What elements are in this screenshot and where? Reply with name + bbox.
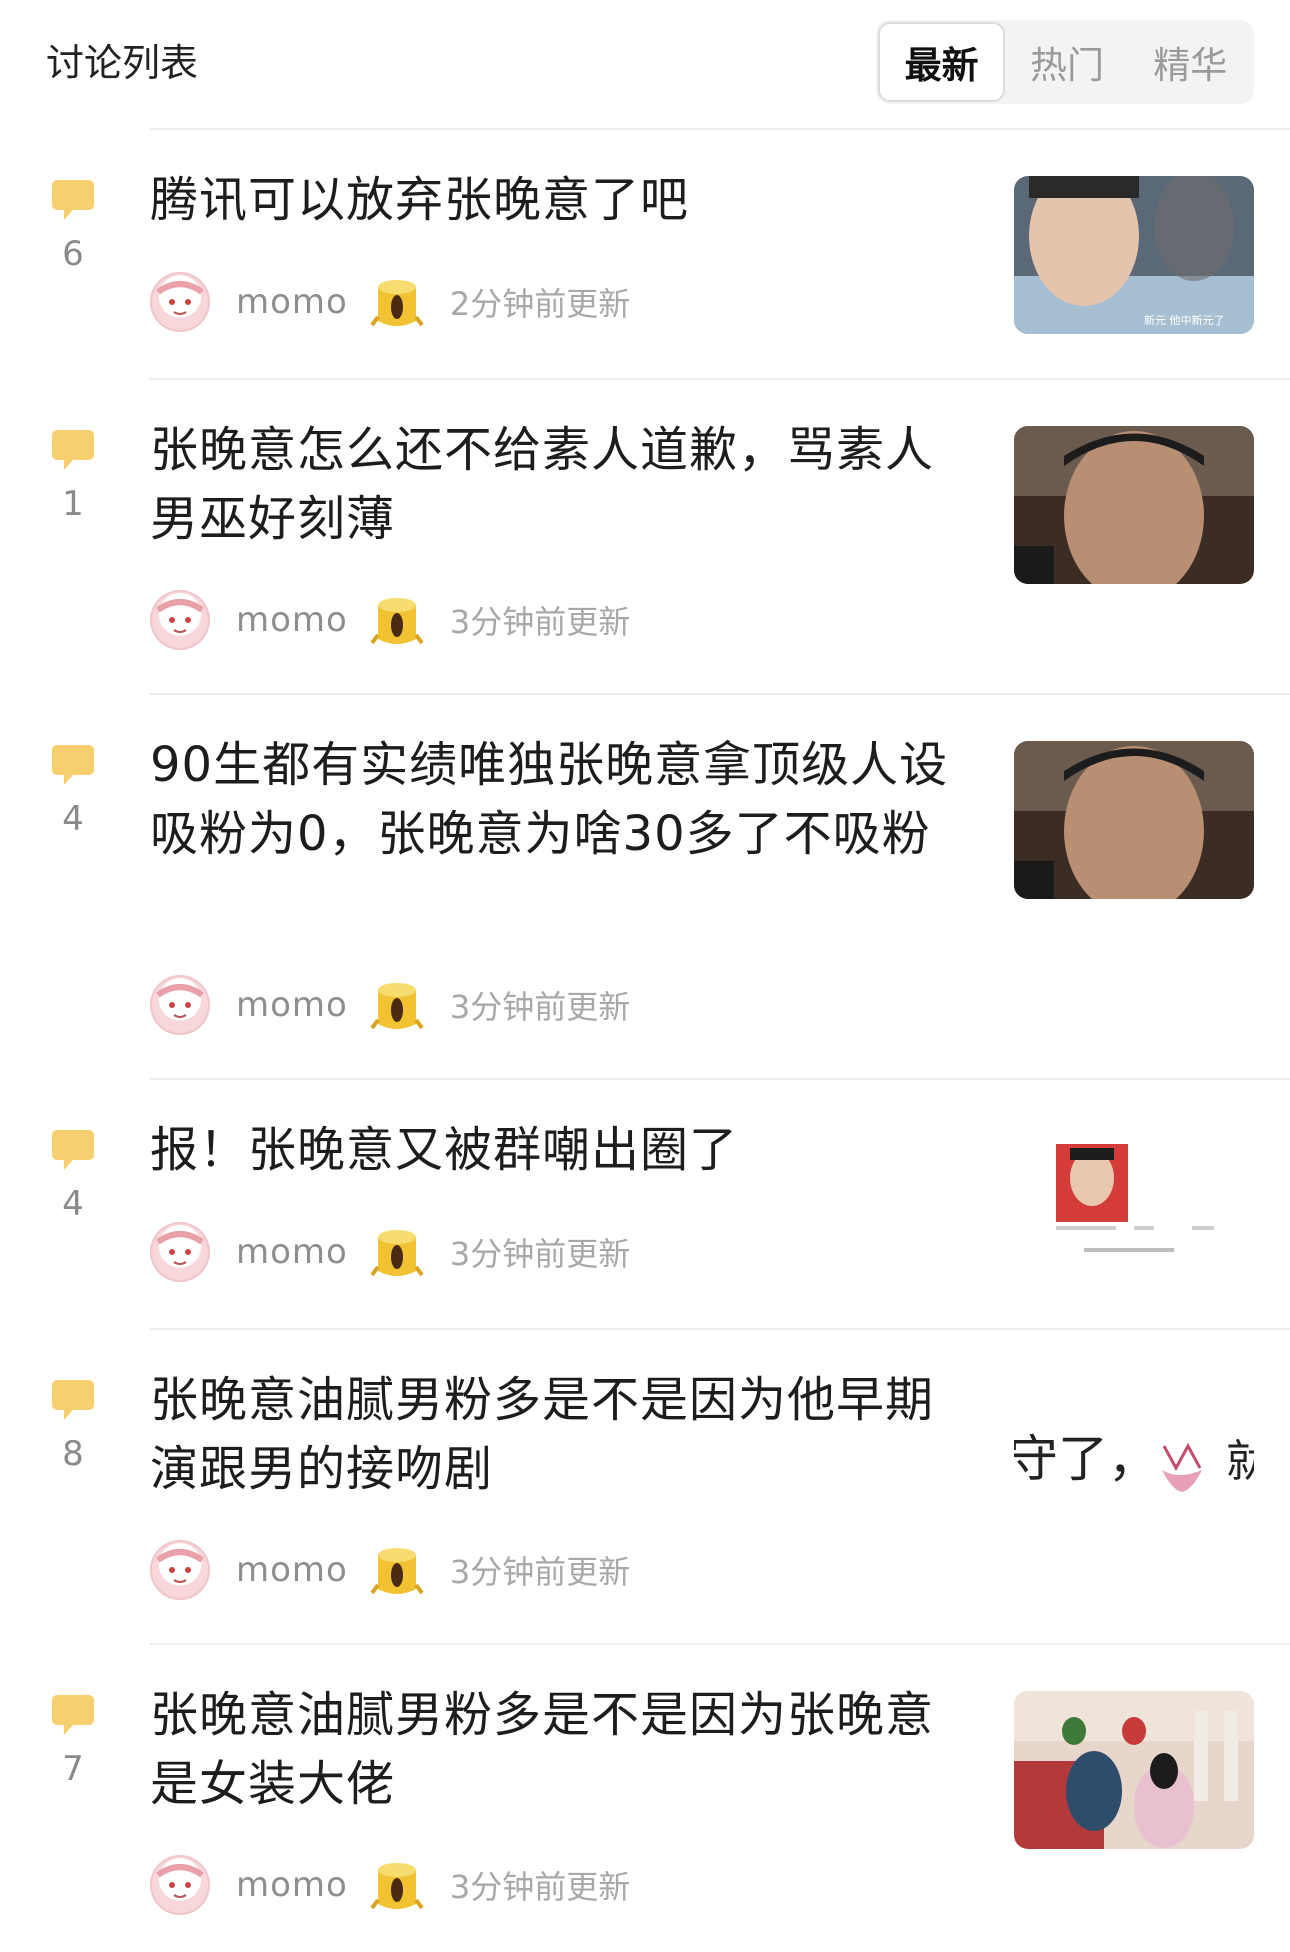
update-time: 3分钟前更新: [449, 1868, 631, 1906]
post-thumbnail[interactable]: 新元 他中新元了: [1014, 176, 1254, 334]
post-thumbnail[interactable]: 守了， 就: [1014, 1376, 1254, 1534]
update-time: 3分钟前更新: [449, 603, 631, 641]
username[interactable]: momo: [236, 600, 348, 640]
tree-stump-icon: [370, 1230, 424, 1277]
tree-stump-icon: [370, 598, 424, 645]
comment-count-group: 8: [48, 1378, 98, 1474]
post-meta: momo 3分钟前更新: [150, 1853, 630, 1917]
list-item[interactable]: 8 张晚意油腻男粉多是不是因为他早期演跟男的接吻剧 momo 3分钟前更新 守了…: [0, 1330, 1290, 1645]
tree-stump-icon: [370, 280, 424, 327]
tab-hot[interactable]: 热门: [1005, 22, 1128, 102]
thumbnail-image: 守了， 就: [1014, 1376, 1254, 1534]
username[interactable]: momo: [236, 1550, 348, 1590]
avatar[interactable]: [150, 1222, 210, 1282]
thumbnail-image: [1014, 741, 1254, 899]
thumbnail-caption: 新元 他中新元了: [1144, 313, 1225, 327]
post-thumbnail[interactable]: [1014, 1126, 1254, 1284]
post-title[interactable]: 腾讯可以放弃张晚意了吧: [150, 166, 970, 235]
avatar[interactable]: [150, 975, 210, 1035]
speech-bubble-icon: [52, 1380, 94, 1420]
thumbnail-image: [1014, 1691, 1254, 1849]
list-item[interactable]: 1 张晚意怎么还不给素人道歉，骂素人男巫好刻薄 momo 3分钟前更新: [0, 380, 1290, 695]
list-item[interactable]: 7 张晚意油腻男粉多是不是因为张晚意是女装大佬 momo 3分钟前更新: [0, 1645, 1290, 1952]
speech-bubble-icon: [52, 745, 94, 785]
thumbnail-image: [1014, 1126, 1254, 1284]
comment-count-group: 4: [48, 743, 98, 839]
comment-count-group: 7: [48, 1693, 98, 1789]
speech-bubble-icon: [52, 180, 94, 220]
tab-featured[interactable]: 精华: [1129, 22, 1252, 102]
avatar[interactable]: [150, 272, 210, 332]
avatar[interactable]: [150, 1855, 210, 1915]
tab-latest[interactable]: 最新: [878, 22, 1006, 102]
username[interactable]: momo: [236, 282, 348, 322]
update-time: 3分钟前更新: [449, 988, 631, 1026]
post-thumbnail[interactable]: [1014, 741, 1254, 899]
thumbnail-image: [1014, 426, 1254, 584]
post-title[interactable]: 报！张晚意又被群嘲出圈了: [150, 1116, 970, 1185]
post-meta: momo 3分钟前更新: [150, 1220, 630, 1284]
sort-tabs: 最新 热门 精华: [876, 20, 1254, 104]
comment-count: 1: [62, 484, 84, 524]
post-meta: momo 2分钟前更新: [150, 270, 630, 334]
update-time: 3分钟前更新: [449, 1235, 631, 1273]
tree-stump-icon: [370, 1548, 424, 1595]
comment-count: 6: [62, 234, 84, 274]
comment-count: 4: [62, 799, 84, 839]
post-title[interactable]: 90生都有实绩唯独张晚意拿顶级人设吸粉为0，张晚意为啥30多了不吸粉: [150, 731, 970, 869]
post-title[interactable]: 张晚意怎么还不给素人道歉，骂素人男巫好刻薄: [150, 416, 970, 554]
post-thumbnail[interactable]: [1014, 1691, 1254, 1849]
speech-bubble-icon: [52, 430, 94, 470]
comment-count: 4: [62, 1184, 84, 1224]
avatar[interactable]: [150, 1540, 210, 1600]
comment-count: 8: [62, 1434, 84, 1474]
post-title[interactable]: 张晚意油腻男粉多是不是因为张晚意是女装大佬: [150, 1681, 970, 1819]
username[interactable]: momo: [236, 985, 348, 1025]
thumbnail-text: 守了，: [1014, 1430, 1158, 1488]
comment-count-group: 4: [48, 1128, 98, 1224]
update-time: 3分钟前更新: [449, 1553, 631, 1591]
thumbnail-image: 新元 他中新元了: [1014, 176, 1254, 334]
username[interactable]: momo: [236, 1865, 348, 1905]
list-item[interactable]: 4 90生都有实绩唯独张晚意拿顶级人设吸粉为0，张晚意为啥30多了不吸粉 mom…: [0, 695, 1290, 1080]
comment-count: 7: [62, 1749, 84, 1789]
comment-count-group: 1: [48, 428, 98, 524]
post-meta: momo 3分钟前更新: [150, 973, 630, 1037]
page-title: 讨论列表: [46, 41, 199, 85]
speech-bubble-icon: [52, 1695, 94, 1735]
header: 讨论列表 最新 热门 精华: [0, 0, 1290, 130]
avatar[interactable]: [150, 590, 210, 650]
list-item[interactable]: 4 报！张晚意又被群嘲出圈了 momo 3分钟前更新: [0, 1080, 1290, 1330]
post-thumbnail[interactable]: [1014, 426, 1254, 584]
tree-stump-icon: [370, 1863, 424, 1910]
post-title[interactable]: 张晚意油腻男粉多是不是因为他早期演跟男的接吻剧: [150, 1366, 970, 1504]
update-time: 2分钟前更新: [449, 285, 631, 323]
list-item[interactable]: 6 腾讯可以放弃张晚意了吧 momo 2分钟前更新 新元 他中新元了: [0, 130, 1290, 380]
comment-count-group: 6: [48, 178, 98, 274]
thumbnail-text-2: 就: [1226, 1436, 1254, 1487]
tree-stump-icon: [370, 983, 424, 1030]
post-meta: momo 3分钟前更新: [150, 1538, 630, 1602]
speech-bubble-icon: [52, 1130, 94, 1170]
username[interactable]: momo: [236, 1232, 348, 1272]
post-meta: momo 3分钟前更新: [150, 588, 630, 652]
